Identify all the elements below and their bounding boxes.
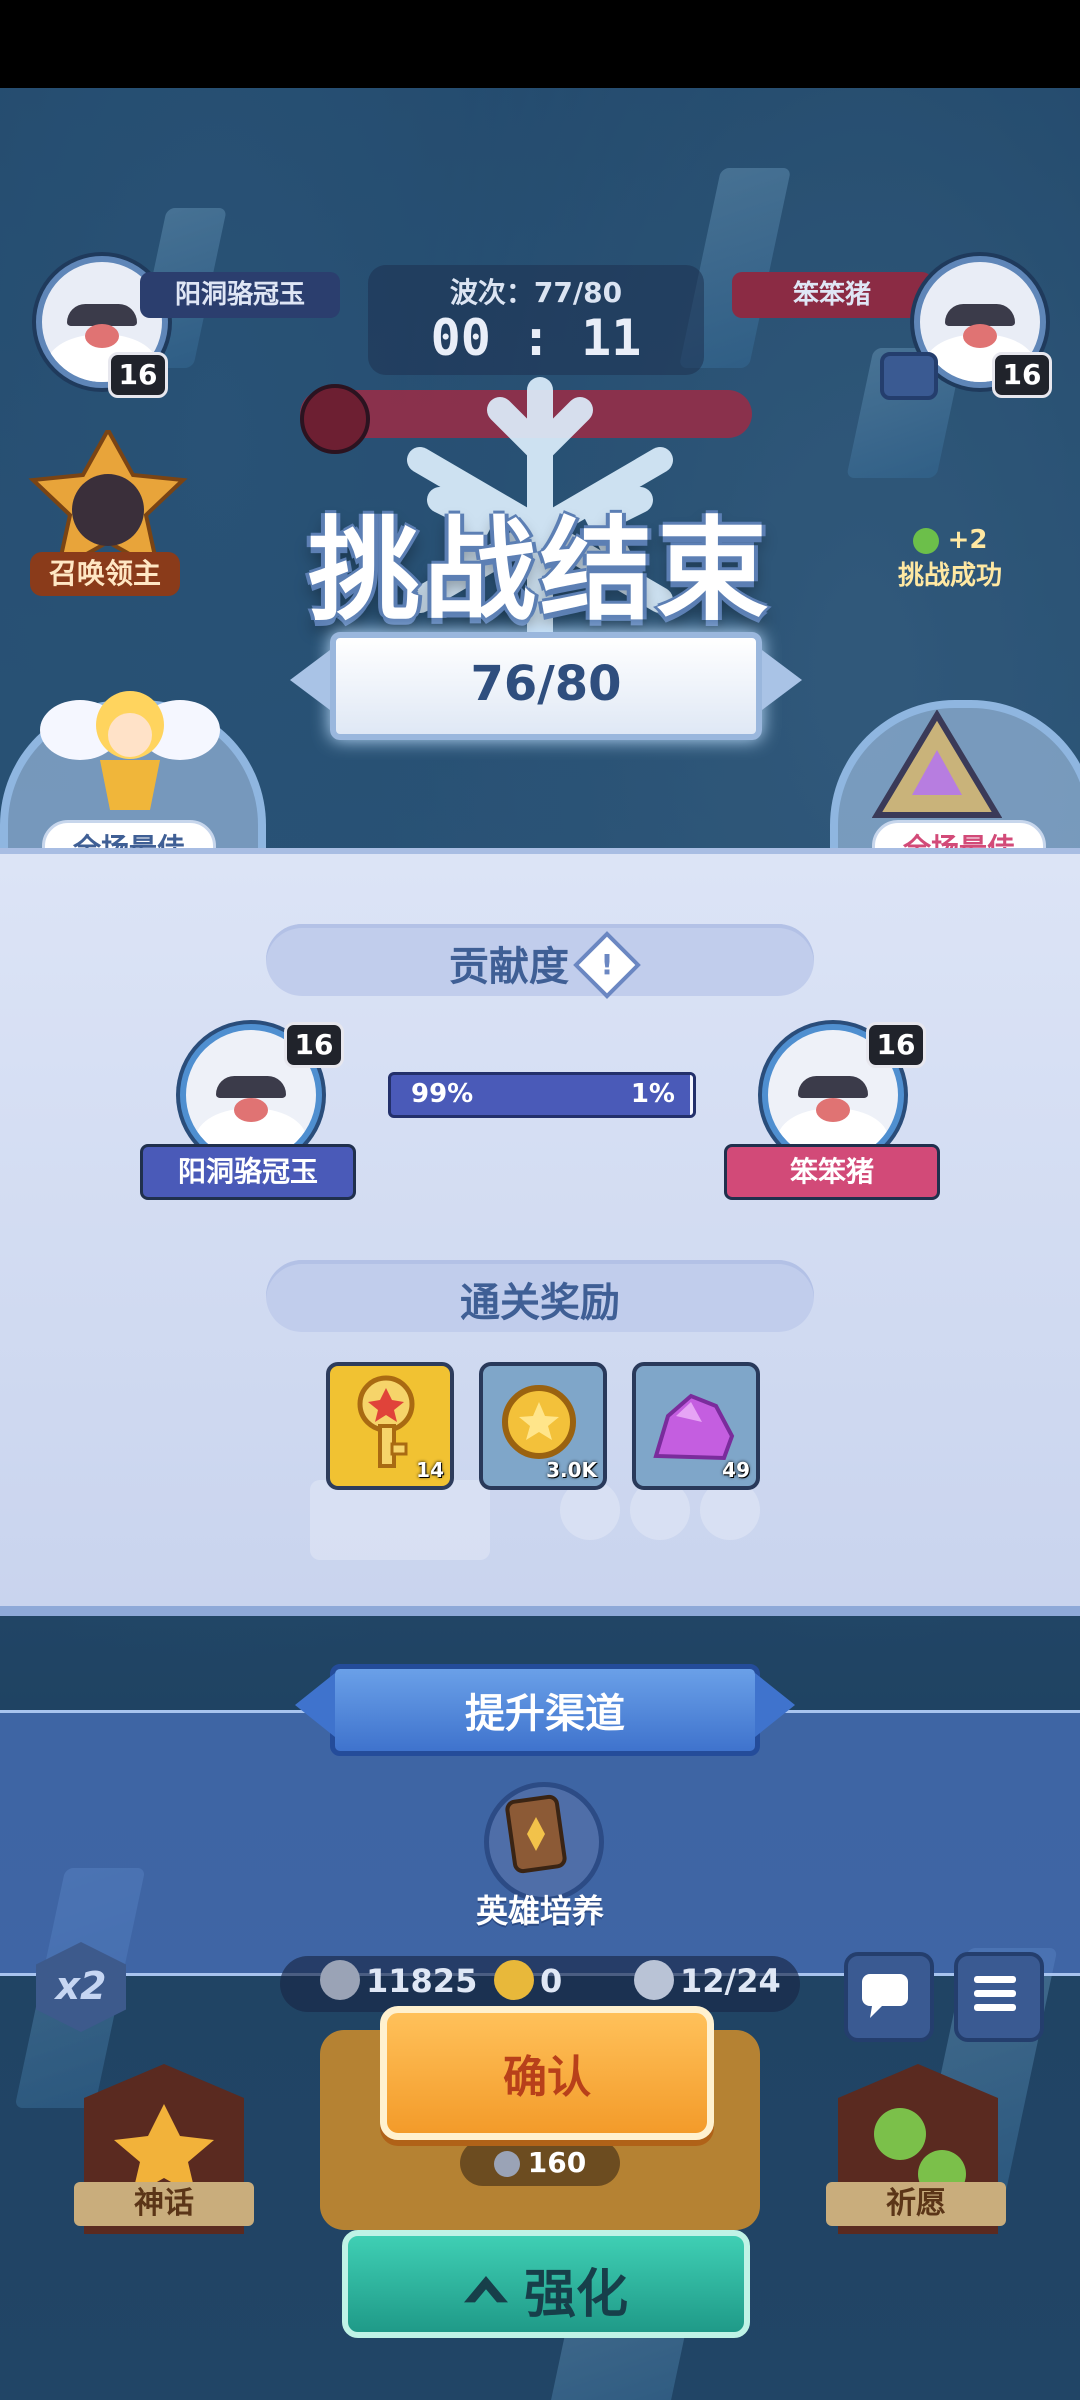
speed-multiplier-label: x2 bbox=[55, 1964, 107, 2008]
menu-button[interactable] bbox=[954, 1952, 1044, 2042]
status-bar bbox=[0, 0, 1080, 88]
clover-count: 0 bbox=[540, 1962, 563, 2000]
contribution-right-percent: 1% bbox=[630, 1079, 675, 1109]
contribution-right-fill bbox=[689, 1075, 693, 1115]
reward-coin[interactable]: 3.0K bbox=[479, 1362, 607, 1490]
contrib-right-name: 笨笨猪 bbox=[724, 1144, 940, 1200]
left-player-level: 16 bbox=[108, 352, 168, 398]
skull-icon bbox=[300, 384, 370, 454]
wave-panel: 波次：77/80 00 : 11 bbox=[368, 265, 704, 375]
silver-coin-icon bbox=[320, 1960, 360, 2000]
hero-card-icon bbox=[505, 1794, 567, 1874]
resource-strip: 11825 0 12/24 bbox=[280, 1956, 800, 2012]
reward-crystal[interactable]: 49 bbox=[632, 1362, 760, 1490]
score-banner: 76/80 bbox=[330, 632, 762, 740]
hero-training-label: 英雄培养 bbox=[475, 1892, 604, 1930]
score-value: 76/80 bbox=[470, 656, 622, 712]
result-title: 挑战结束 bbox=[308, 506, 772, 636]
confirm-button[interactable]: 确认 bbox=[380, 2006, 714, 2140]
clover-coin-icon bbox=[494, 1960, 534, 2000]
contribution-header: 贡献度! bbox=[266, 924, 814, 999]
pyramid-icon bbox=[872, 710, 1002, 818]
menu-icon bbox=[974, 1976, 1016, 2011]
chat-button[interactable] bbox=[844, 1952, 934, 2042]
upgrade-channel-title: 提升渠道 bbox=[465, 1691, 625, 1737]
left-player-name: 阳洞骆冠玉 bbox=[140, 272, 340, 318]
unit-count: 12/24 bbox=[680, 1962, 781, 2000]
rewards-header: 通关奖励 bbox=[266, 1260, 814, 1332]
silver-cost-icon bbox=[493, 2151, 520, 2177]
chat-icon bbox=[862, 1974, 908, 2018]
upgrade-channel-ribbon: 提升渠道 bbox=[330, 1664, 760, 1756]
enhance-label: 强化 bbox=[348, 2252, 744, 2327]
contribution-title: 贡献度 bbox=[449, 944, 569, 990]
contrib-left-name: 阳洞骆冠玉 bbox=[140, 1144, 356, 1200]
mythic-label: 神话 bbox=[74, 2182, 254, 2226]
unit-icon bbox=[634, 1960, 674, 2000]
wave-label: 波次：77/80 bbox=[449, 276, 623, 309]
reward-key[interactable]: 14 bbox=[326, 1362, 454, 1490]
enhance-button[interactable]: 强化 bbox=[342, 2230, 750, 2338]
silver-count: 11825 bbox=[366, 1962, 478, 2000]
reward-key-count: 14 bbox=[416, 1458, 444, 1482]
reward-crystal-count: 49 bbox=[722, 1458, 750, 1482]
contrib-left-level: 16 bbox=[284, 1022, 344, 1068]
contribution-bar: 99% 1% bbox=[388, 1072, 696, 1118]
contrib-right-level: 16 bbox=[866, 1022, 926, 1068]
right-player-name: 笨笨猪 bbox=[732, 272, 932, 318]
summon-cost: 160 bbox=[460, 2140, 620, 2186]
confirm-label: 确认 bbox=[503, 2052, 591, 2103]
info-icon[interactable]: ! bbox=[573, 931, 641, 999]
reward-coin-count: 3.0K bbox=[546, 1458, 597, 1482]
rewards-title: 通关奖励 bbox=[460, 1280, 620, 1326]
contribution-left-percent: 99% bbox=[411, 1079, 474, 1109]
angel-hero-icon bbox=[40, 691, 220, 810]
wish-label: 祈愿 bbox=[826, 2182, 1006, 2226]
right-player-level: 16 bbox=[992, 352, 1052, 398]
timer: 00 : 11 bbox=[430, 309, 642, 367]
chevron-up-icon bbox=[463, 2276, 508, 2303]
hero-training-button[interactable] bbox=[484, 1782, 604, 1902]
emote-chat-icon[interactable] bbox=[880, 352, 938, 400]
